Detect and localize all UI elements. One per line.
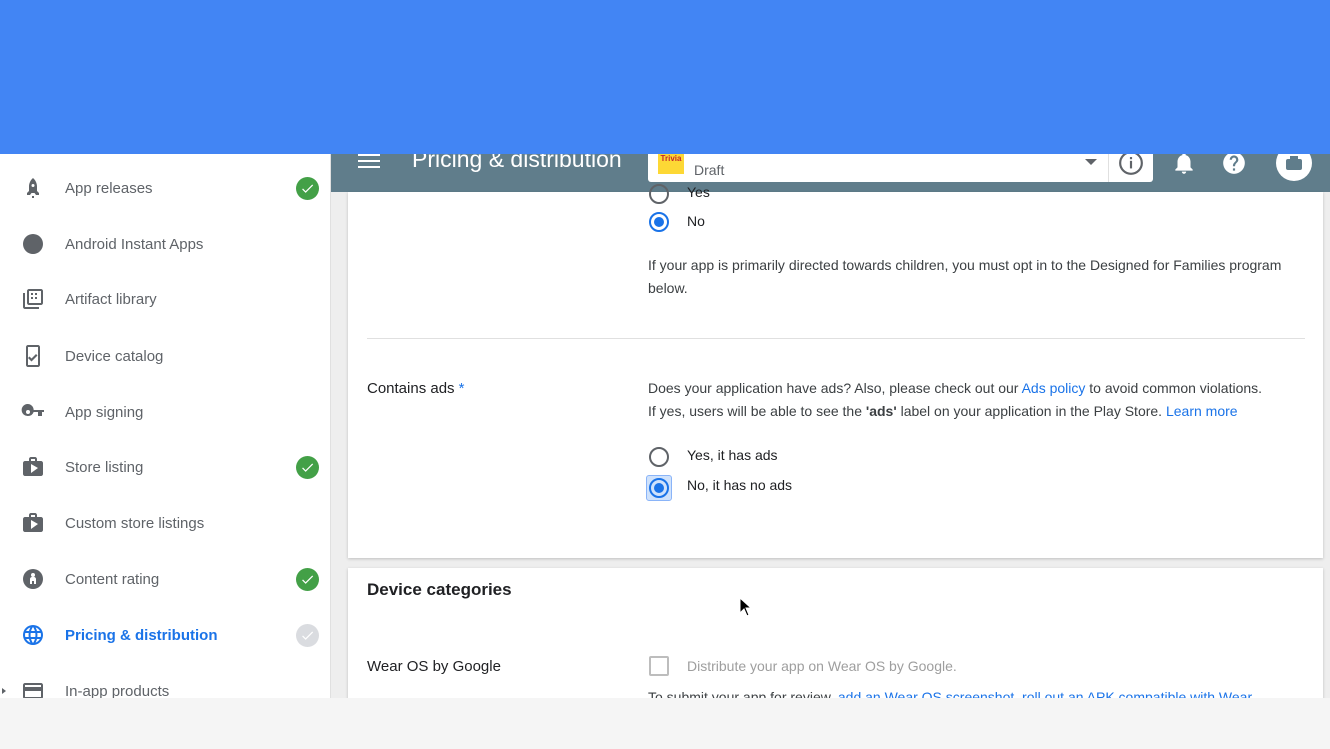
sidebar-item-label: Store listing	[65, 458, 144, 476]
bolt-icon	[20, 231, 46, 257]
wear-os-requirements-link[interactable]: add an Wear OS screenshot, roll out an A…	[838, 689, 1252, 698]
children-note: If your app is primarily directed toward…	[648, 257, 1282, 296]
card-icon	[20, 678, 46, 698]
children-yes-radio[interactable]	[649, 184, 669, 204]
store-icon	[20, 454, 46, 480]
avatar[interactable]	[1275, 154, 1313, 182]
complete-check-icon	[296, 567, 319, 591]
sidebar-item-app-signing[interactable]: App signing	[0, 392, 331, 432]
has-ads-yes-radio[interactable]	[649, 447, 669, 467]
sidebar-item-label: App signing	[65, 403, 144, 421]
sidebar-item-label: Artifact library	[65, 290, 157, 308]
contains-ads-label: Contains ads *	[367, 380, 465, 397]
library-icon	[20, 286, 46, 312]
sidebar-item-pricing-distribution[interactable]: Pricing & distribution	[0, 615, 331, 655]
has-ads-yes-label: Yes, it has ads	[687, 447, 778, 463]
device-check-icon	[20, 343, 46, 369]
sidebar-item-label: Content rating	[65, 570, 160, 588]
children-yes-label: Yes	[687, 184, 710, 200]
distribution-card: Yes No If your app is primarily directed…	[348, 184, 1323, 558]
wear-os-checkbox[interactable]	[649, 656, 669, 676]
sidebar: App releases Android Instant Apps Artifa…	[0, 154, 331, 698]
sidebar-item-label: Custom store listings	[65, 514, 205, 532]
info-icon[interactable]	[1118, 154, 1144, 176]
learn-more-link[interactable]: Learn more	[1166, 403, 1238, 419]
bell-icon[interactable]	[1171, 154, 1197, 176]
sidebar-item-label: App releases	[65, 179, 153, 197]
globe-icon	[20, 622, 46, 648]
app-thumbnail: Trivia	[658, 154, 684, 174]
children-no-label: No	[687, 213, 705, 229]
sidebar-item-label: Android Instant Apps	[65, 235, 204, 253]
sidebar-item-android-instant-apps[interactable]: Android Instant Apps	[0, 224, 331, 264]
help-icon[interactable]	[1221, 154, 1247, 176]
device-categories-card: Device categories Wear OS by Google Dist…	[348, 568, 1323, 698]
key-icon	[20, 399, 46, 425]
chevron-down-icon[interactable]	[1085, 159, 1097, 165]
store-icon	[20, 510, 46, 536]
sidebar-item-label: Device catalog	[65, 347, 164, 365]
has-ads-no-radio[interactable]	[649, 478, 669, 498]
ads-question: Does your application have ads? Also, pl…	[648, 380, 1263, 419]
sidebar-item-in-app-products[interactable]: In-app products	[0, 671, 331, 698]
wear-os-label: Wear OS by Google	[367, 658, 501, 675]
bottom-strip	[0, 698, 1330, 749]
divider	[1108, 154, 1109, 182]
has-ads-no-label: No, it has no ads	[687, 477, 793, 493]
divider	[367, 338, 1305, 339]
sidebar-item-device-catalog[interactable]: Device catalog	[0, 336, 331, 376]
sidebar-item-app-releases[interactable]: App releases	[0, 168, 331, 208]
pending-check-icon	[296, 623, 319, 647]
top-banner	[0, 0, 1330, 154]
app-selector[interactable]: Trivia Draft	[648, 154, 1153, 182]
complete-check-icon	[296, 176, 319, 200]
wear-os-note: To submit your app for review, add an We…	[648, 686, 1308, 698]
expand-caret-icon[interactable]	[2, 688, 6, 694]
app-status: Draft	[694, 162, 725, 178]
console-viewport: App releases Android Instant Apps Artifa…	[0, 154, 1330, 698]
wear-os-checkbox-label: Distribute your app on Wear OS by Google…	[687, 658, 957, 674]
sidebar-item-store-listing[interactable]: Store listing	[0, 447, 331, 487]
sidebar-item-custom-store-listings[interactable]: Custom store listings	[0, 503, 331, 543]
required-mark: *	[458, 380, 465, 397]
section-title: Device categories	[367, 580, 512, 599]
page-header: Pricing & distribution Trivia Draft	[331, 154, 1330, 192]
page-title: Pricing & distribution	[412, 154, 622, 172]
sidebar-item-label: Pricing & distribution	[65, 626, 218, 644]
menu-icon[interactable]	[358, 154, 380, 168]
ads-policy-link[interactable]: Ads policy	[1022, 380, 1086, 396]
rocket-icon	[20, 175, 46, 201]
sidebar-item-artifact-library[interactable]: Artifact library	[0, 279, 331, 319]
children-no-radio[interactable]	[649, 212, 669, 232]
content-rating-icon	[20, 566, 46, 592]
sidebar-item-content-rating[interactable]: Content rating	[0, 559, 331, 599]
mouse-cursor-icon	[739, 597, 753, 617]
complete-check-icon	[296, 455, 319, 479]
sidebar-item-label: In-app products	[65, 682, 170, 699]
